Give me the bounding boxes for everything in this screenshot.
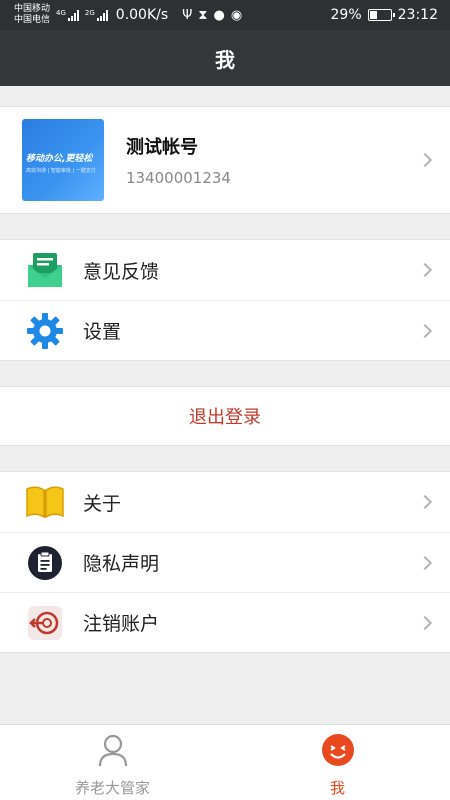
smiley-icon	[321, 733, 355, 771]
tab-label: 养老大管家	[74, 779, 150, 797]
book-icon	[25, 482, 65, 522]
menu-item-feedback[interactable]: 意见反馈	[0, 240, 450, 300]
chevron-right-icon	[417, 615, 433, 630]
hourglass-icon: ⧗	[198, 7, 208, 23]
menu-item-label: 关于	[83, 492, 122, 515]
chevron-right-icon	[417, 323, 433, 338]
usb-icon: Ψ	[182, 7, 193, 23]
profile-card[interactable]: 移动办公,更轻松 高效沟通 | 智能审批 | 一键支付 测试帐号 1340000…	[0, 106, 450, 214]
menu-item-label: 注销账户	[83, 613, 160, 635]
menu-item-label: 意见反馈	[83, 260, 160, 283]
menu-item-cancel-account[interactable]: 注销账户	[0, 592, 450, 652]
menu-item-label: 隐私声明	[83, 553, 160, 575]
network-speed: 0.00K/s	[115, 7, 169, 23]
navigation-icon: ◉	[230, 7, 243, 23]
privacy-clipboard-icon	[25, 543, 65, 583]
carrier-1: 中国移动	[14, 4, 51, 14]
network-type-1: 4G	[56, 9, 66, 17]
menu-item-label: 设置	[83, 321, 122, 343]
avatar: 移动办公,更轻松 高效沟通 | 智能审批 | 一键支付	[22, 119, 104, 201]
status-bar: 中国移动 中国电信 4G 2G 0.00K/s Ψ ⧗ ● ◉ 29% 23:1…	[0, 0, 450, 30]
menu-item-about[interactable]: 关于	[0, 472, 450, 532]
feedback-mail-icon	[25, 250, 65, 290]
nav-header: 我	[0, 30, 450, 86]
chevron-right-icon	[417, 152, 433, 168]
menu-group-2: 关于 隐私声明 注销账户	[0, 471, 450, 653]
signal-1-icon: 4G	[56, 9, 79, 21]
clock: 23:12	[397, 7, 438, 23]
logout-arrow-icon	[25, 603, 65, 643]
menu-group-1: 意见反馈 设置	[0, 239, 450, 361]
page-title: 我	[215, 47, 235, 72]
network-type-2: 2G	[84, 9, 95, 17]
chevron-right-icon	[417, 494, 433, 510]
profile-name: 测试帐号	[126, 137, 198, 158]
logout-label: 退出登录	[189, 407, 261, 428]
bottom-tab-bar: 养老大管家 我	[0, 724, 450, 800]
avatar-slogan: 移动办公,更轻松	[26, 154, 93, 164]
chevron-right-icon	[417, 555, 433, 570]
carrier-labels: 中国移动 中国电信	[14, 4, 50, 26]
menu-item-settings[interactable]: 设置	[0, 300, 450, 360]
logout-button[interactable]: 退出登录	[0, 386, 450, 446]
menu-item-privacy[interactable]: 隐私声明	[0, 532, 450, 592]
tab-home[interactable]: 养老大管家	[0, 725, 225, 800]
battery-icon	[367, 9, 395, 21]
tab-label: 我	[329, 779, 345, 797]
signal-2-icon: 2G	[85, 9, 108, 21]
profile-phone: 13400001234	[126, 169, 231, 187]
tab-me[interactable]: 我	[225, 725, 450, 800]
chevron-right-icon	[417, 262, 433, 278]
chat-bubble-icon: ●	[213, 7, 225, 23]
avatar-subtext: 高效沟通 | 智能审批 | 一键支付	[26, 168, 96, 174]
gear-icon	[25, 311, 65, 351]
battery-percent: 29%	[330, 7, 362, 23]
person-icon	[97, 733, 129, 771]
carrier-2: 中国电信	[14, 15, 51, 25]
